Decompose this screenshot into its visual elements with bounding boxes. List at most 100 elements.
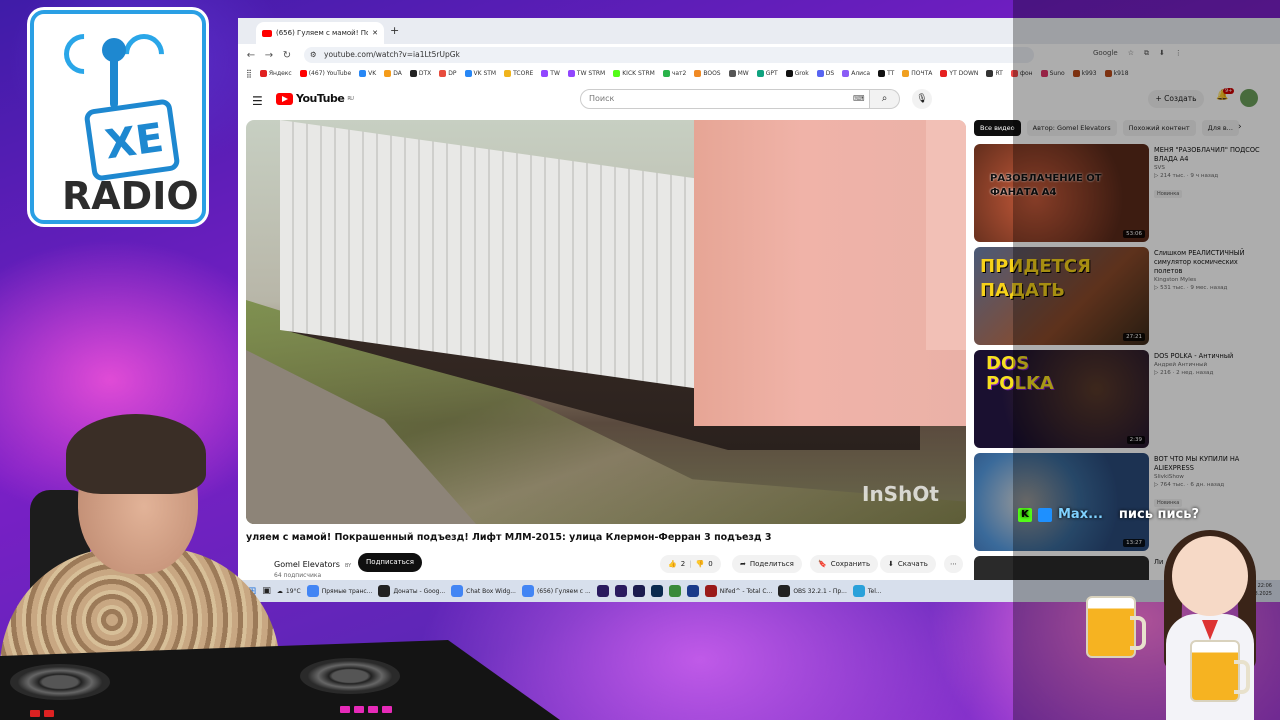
reload-icon[interactable]: ↻ xyxy=(278,50,296,61)
bookmark-favicon-icon xyxy=(756,69,764,77)
bookmark-favicon-icon xyxy=(567,69,575,77)
menu-icon[interactable]: ☰ xyxy=(252,94,263,108)
app-icon xyxy=(704,585,717,597)
like-count: 2 xyxy=(680,560,686,568)
bookmark-item[interactable]: ПОЧТА xyxy=(902,69,932,77)
save-button[interactable]: 🔖 Сохранить xyxy=(810,555,879,573)
bookmark-item[interactable]: DP xyxy=(439,69,457,77)
youtube-logo[interactable]: YouTube RU xyxy=(276,92,354,105)
bookmark-favicon-icon xyxy=(613,69,621,77)
bookmark-item[interactable]: RT xyxy=(986,69,1003,77)
bookmark-label: RT xyxy=(995,69,1003,77)
bookmark-item[interactable]: DA xyxy=(384,69,402,77)
new-tab-button[interactable]: + xyxy=(390,24,399,37)
bookmark-item[interactable]: MW xyxy=(728,69,749,77)
logo-text: XE xyxy=(102,114,167,169)
kick-icon: K xyxy=(1018,507,1032,522)
bookmark-item[interactable]: Grok xyxy=(785,69,809,77)
subscribe-button[interactable]: Подписаться xyxy=(358,553,422,572)
taskbar-app-label: Nifed^ - Total C... xyxy=(719,587,773,595)
youtube-play-icon xyxy=(276,92,293,105)
share-button[interactable]: ➦ Поделиться xyxy=(732,555,802,573)
bookmark-item[interactable]: TW xyxy=(541,69,560,77)
bookmark-favicon-icon xyxy=(464,69,472,77)
taskbar-app[interactable]: Nifed^ - Total C... xyxy=(704,585,773,597)
bookmark-item[interactable]: Яндекс xyxy=(259,69,292,77)
site-info-icon[interactable]: ⚙ xyxy=(310,50,317,59)
taskbar-app[interactable] xyxy=(632,585,645,597)
bookmark-favicon-icon xyxy=(662,69,670,77)
taskbar-app[interactable] xyxy=(596,585,609,597)
taskbar-app[interactable]: Донаты - Goog... xyxy=(378,585,445,597)
bookmark-item[interactable]: Алиса xyxy=(842,69,870,77)
taskbar-app[interactable] xyxy=(650,585,663,597)
app-icon xyxy=(650,585,663,597)
logo-badge: XE xyxy=(83,98,181,182)
app-icon xyxy=(614,585,627,597)
taskbar-app[interactable]: Tel... xyxy=(852,585,882,597)
bookmark-item[interactable]: TW STRM xyxy=(567,69,605,77)
like-button[interactable]: 👍 2 | 👎 0 xyxy=(660,555,721,573)
search-icon: ⌕ xyxy=(881,93,888,104)
back-icon[interactable]: ← xyxy=(242,50,260,61)
taskbar-app[interactable] xyxy=(668,585,681,597)
bookmark-favicon-icon xyxy=(409,69,417,77)
forward-icon[interactable]: → xyxy=(260,50,278,61)
bookmark-favicon-icon xyxy=(541,69,549,77)
share-icon: ➦ xyxy=(740,560,746,568)
region-code: RU xyxy=(347,95,354,102)
bookmark-label: GPT xyxy=(765,69,778,77)
bookmark-favicon-icon xyxy=(504,69,512,77)
app-icon xyxy=(632,585,645,597)
bookmark-label: KICK STRM xyxy=(622,69,655,77)
taskbar-app-label: Chat Box Widg... xyxy=(466,587,516,595)
bookmark-item[interactable]: TT xyxy=(878,69,894,77)
thumbs-down-icon[interactable]: 👎 xyxy=(696,560,705,568)
more-actions-button[interactable]: ⋯ xyxy=(944,555,963,573)
bookmark-favicon-icon xyxy=(940,69,948,77)
jog-wheel-right xyxy=(300,658,400,694)
taskbar-app[interactable] xyxy=(614,585,627,597)
bookmark-item[interactable]: VK xyxy=(359,69,376,77)
bookmark-item[interactable]: BOOS xyxy=(694,69,721,77)
taskbar-app[interactable]: Chat Box Widg... xyxy=(451,585,516,597)
taskbar-app-label: Прямые транс... xyxy=(321,587,373,595)
bookmark-item[interactable]: YT DOWN xyxy=(940,69,978,77)
url-input[interactable]: ⚙ youtube.com/watch?v=ia1Lt5rUpGk xyxy=(304,47,1034,63)
download-button[interactable]: ⬇ Скачать xyxy=(880,555,936,573)
bookmark-label: Grok xyxy=(794,69,809,77)
performance-pad xyxy=(382,706,392,713)
bookmark-label: чат2 xyxy=(671,69,687,77)
bookmark-label: DA xyxy=(393,69,402,77)
browser-tab-active[interactable]: (656) Гуляем с мамой! Покраш... ✕ xyxy=(256,22,384,44)
download-label: Скачать xyxy=(897,560,928,568)
thumbs-up-icon: 👍 xyxy=(668,560,677,568)
close-tab-icon[interactable]: ✕ xyxy=(372,29,378,37)
bookmark-item[interactable]: DS xyxy=(816,69,834,77)
performance-pad xyxy=(368,706,378,713)
bookmark-item[interactable]: VK STM xyxy=(464,69,496,77)
video-player[interactable]: InShOt xyxy=(246,120,966,524)
beer-mug-icon xyxy=(1190,640,1250,702)
search-input[interactable]: Поиск ⌨ xyxy=(580,89,870,109)
bookmark-label: (467) YouTube xyxy=(308,69,352,77)
bookmark-item[interactable]: чат2 xyxy=(662,69,687,77)
bookmark-item[interactable]: KICK STRM xyxy=(613,69,655,77)
bookmark-favicon-icon xyxy=(816,69,824,77)
keyboard-icon[interactable]: ⌨ xyxy=(853,94,865,103)
search-button[interactable]: ⌕ xyxy=(870,89,900,109)
bookmark-item[interactable]: DTX xyxy=(409,69,431,77)
performance-pad xyxy=(354,706,364,713)
bookmark-item[interactable]: GPT xyxy=(756,69,778,77)
voice-search-button[interactable]: 🎙 xyxy=(912,89,932,109)
chat-username: Max... xyxy=(1058,507,1103,522)
taskbar-app[interactable]: (656) Гуляем с ... xyxy=(521,585,591,597)
taskbar-app[interactable]: Прямые транс... xyxy=(306,585,373,597)
bookmark-favicon-icon xyxy=(359,69,367,77)
taskbar-app[interactable]: OBS 32.2.1 - Пр... xyxy=(778,585,847,597)
bookmark-item[interactable]: TCORE xyxy=(504,69,533,77)
taskbar-app[interactable] xyxy=(686,585,699,597)
apps-grid-icon[interactable]: ⣿ xyxy=(246,69,252,78)
bookmark-favicon-icon xyxy=(902,69,910,77)
bookmark-item[interactable]: (467) YouTube xyxy=(299,69,352,77)
